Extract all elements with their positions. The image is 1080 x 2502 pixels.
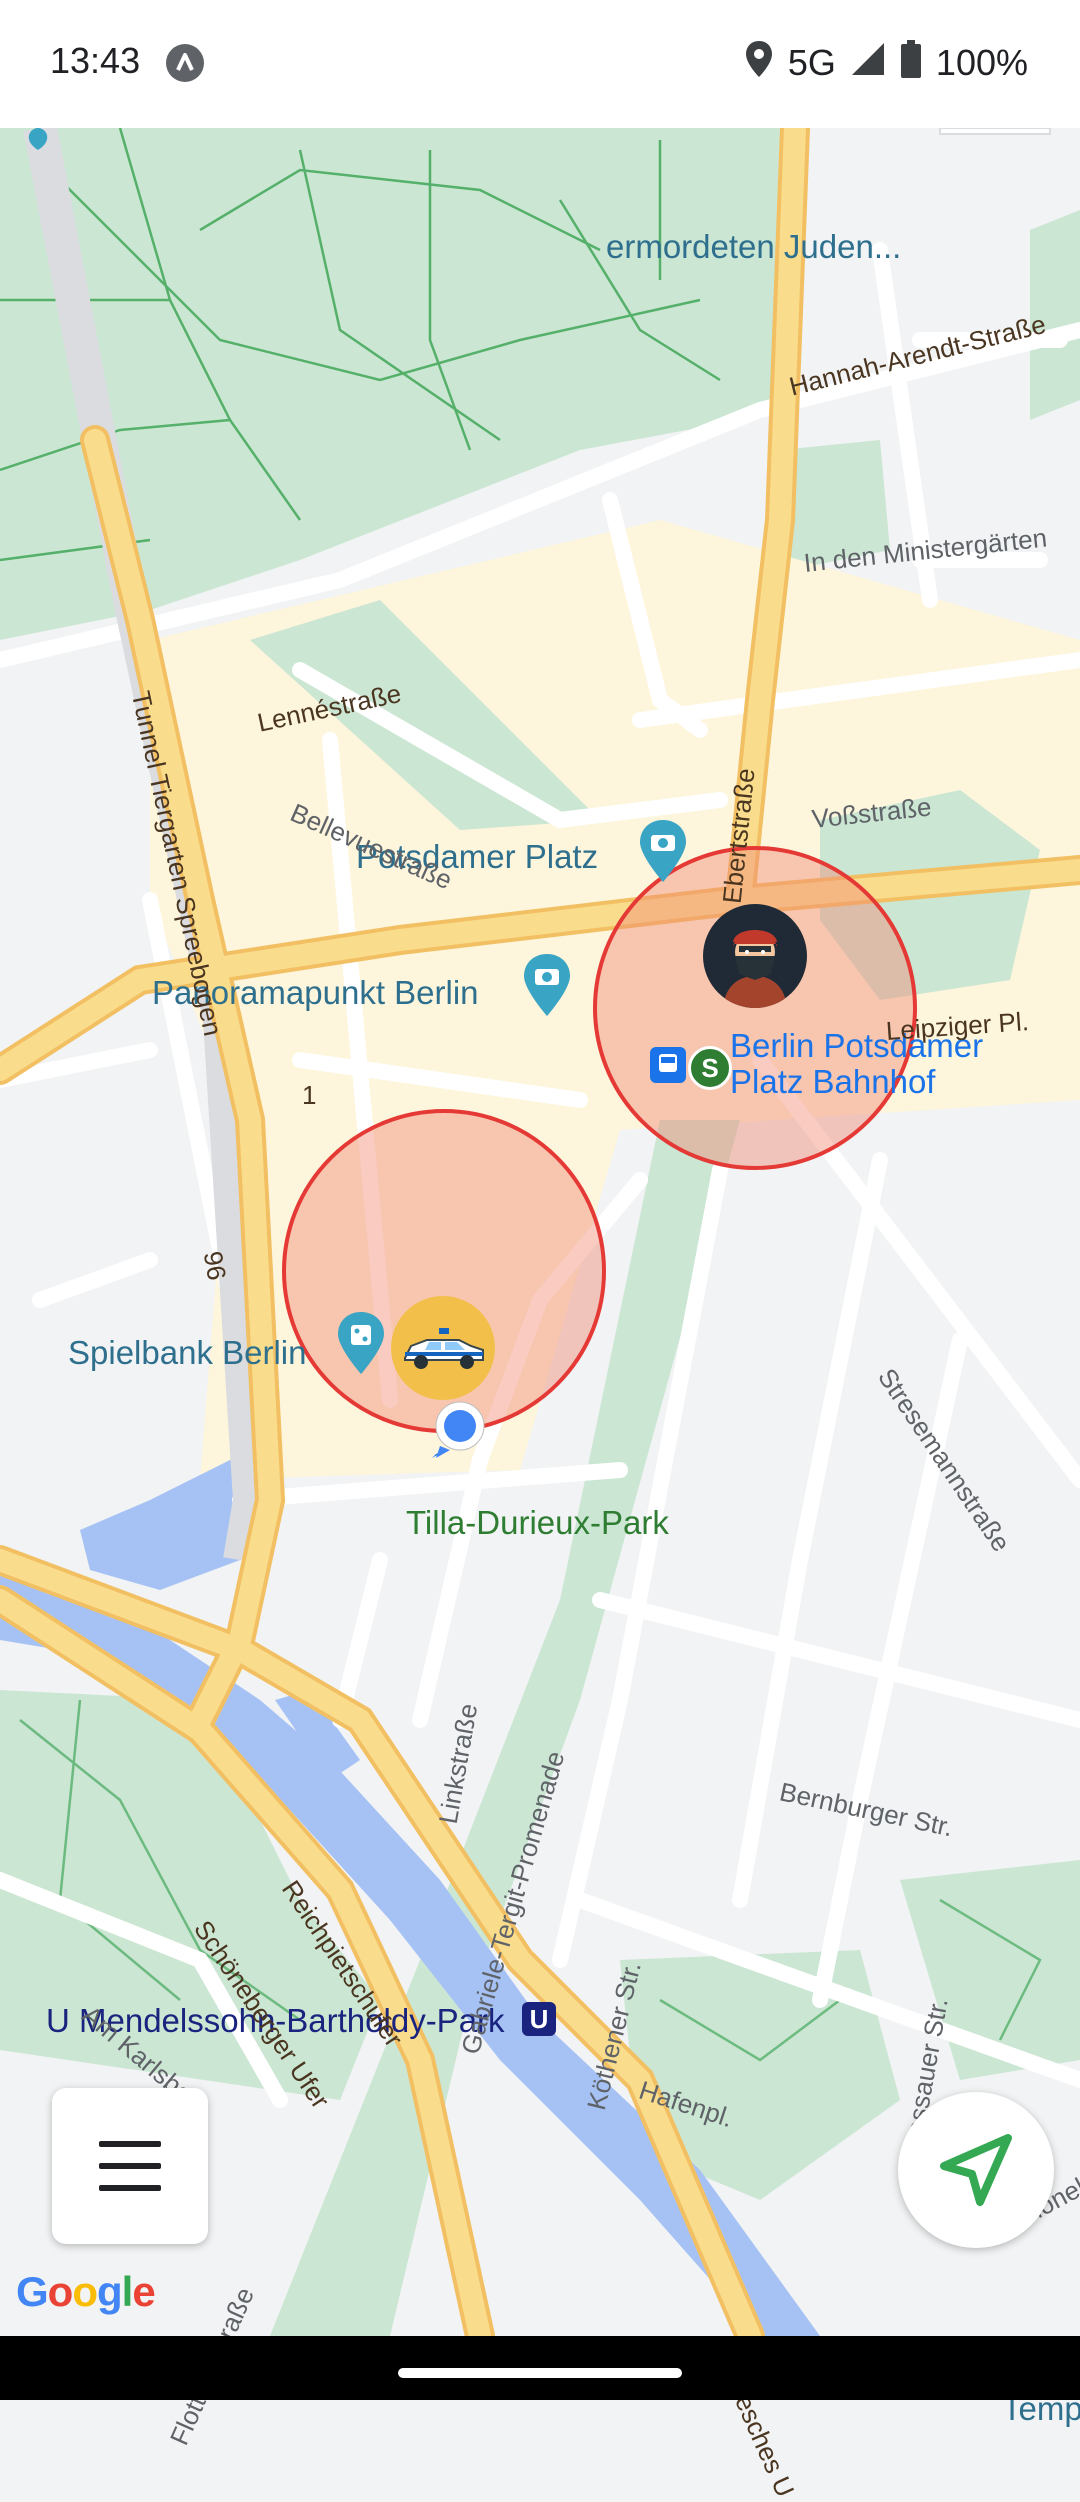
thief-avatar-marker[interactable] <box>703 904 807 1008</box>
signal-icon <box>850 41 886 86</box>
bus-station-icon[interactable] <box>650 1047 686 1083</box>
navigate-button[interactable] <box>898 2092 1054 2248</box>
status-time: 13:43 <box>50 40 141 81</box>
status-indicators: 5G 100% <box>744 38 1028 88</box>
s-bahn-label: S <box>701 1053 719 1083</box>
app-notification-icon <box>166 44 204 82</box>
location-icon <box>744 39 774 88</box>
user-location-marker[interactable] <box>430 1398 490 1468</box>
label-top-memorial: ermordeten Juden... <box>606 228 902 265</box>
u-bahn-label: U <box>529 2004 549 2034</box>
battery-percent: 100% <box>935 42 1028 83</box>
thief-icon <box>723 930 787 1008</box>
label-tilla-durieux-park[interactable]: Tilla-Durieux-Park <box>406 1504 669 1542</box>
camera-poi-icon[interactable] <box>638 818 688 884</box>
navigation-arrow-icon <box>940 2134 1012 2206</box>
hamburger-menu-icon <box>52 2088 208 2244</box>
home-gesture-handle[interactable] <box>398 2368 682 2378</box>
u-bahn-icon[interactable]: U <box>522 2002 556 2036</box>
status-bar: 13:43 5G 100% <box>0 0 1080 128</box>
street-route-96: 96 <box>197 1248 233 1283</box>
street-route-1: 1 <box>302 1080 317 1110</box>
casino-poi-icon[interactable] <box>336 1310 386 1376</box>
map-view[interactable]: S U ermordeten Juden... Potsdamer Platz … <box>0 128 1080 2501</box>
s-bahn-icon[interactable]: S <box>688 1046 732 1090</box>
network-type: 5G <box>787 42 836 83</box>
police-car-marker[interactable] <box>391 1296 495 1400</box>
menu-button[interactable] <box>52 2088 208 2244</box>
google-logo: Google <box>16 2268 156 2315</box>
battery-icon <box>900 39 922 87</box>
label-spielbank[interactable]: Spielbank Berlin <box>68 1334 306 1372</box>
camera-poi-icon[interactable] <box>522 952 572 1018</box>
police-car-icon <box>404 1328 484 1369</box>
